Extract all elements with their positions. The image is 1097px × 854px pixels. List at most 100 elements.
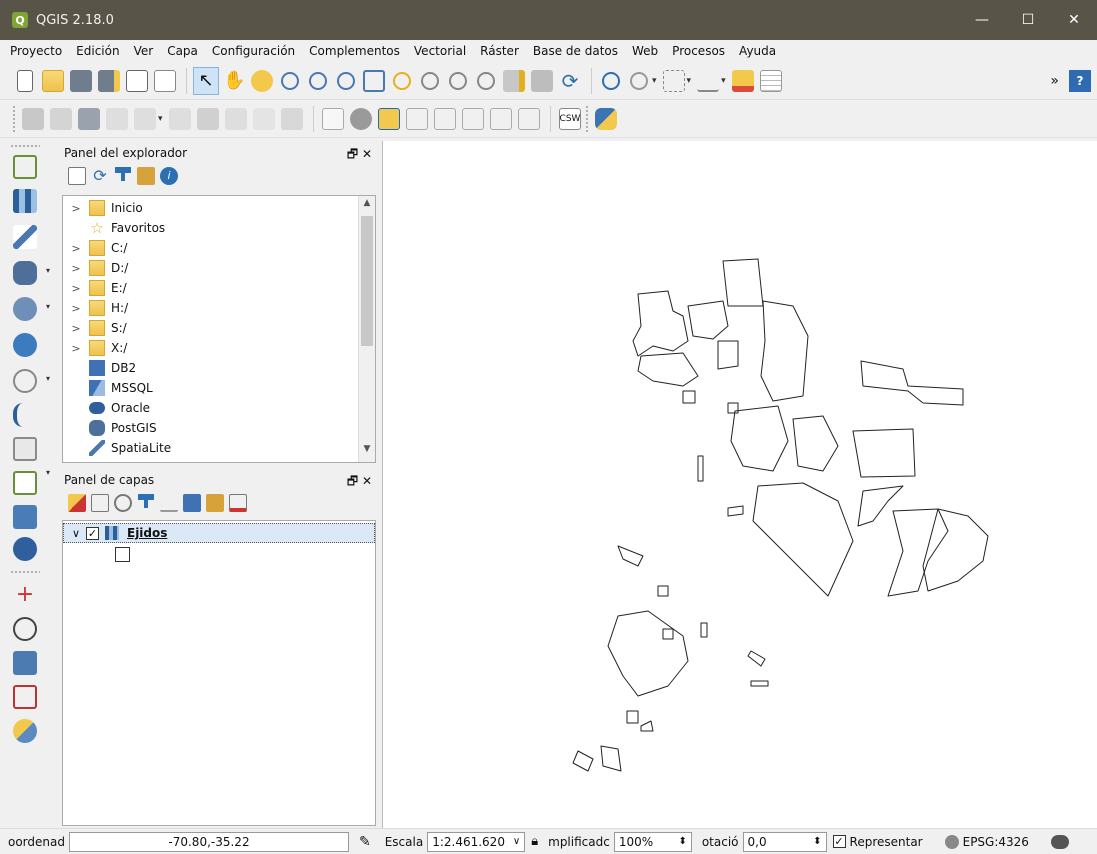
magnifier-field[interactable]: 100% ⬍ bbox=[613, 831, 692, 852]
expand-arrow-icon[interactable]: > bbox=[67, 302, 85, 315]
current-edits-button[interactable] bbox=[20, 105, 46, 133]
python-console-button[interactable] bbox=[593, 105, 619, 133]
toggle-editing-button[interactable] bbox=[48, 105, 74, 133]
tree-item[interactable]: PostGIS bbox=[63, 418, 157, 438]
maximize-button[interactable]: ☐ bbox=[1005, 0, 1051, 40]
menu-proyecto[interactable]: Proyecto bbox=[10, 44, 62, 58]
remove-layer-icon[interactable] bbox=[229, 494, 247, 512]
browser-panel-controls[interactable]: 🗗 ✕ bbox=[347, 145, 372, 166]
menu-capa[interactable]: Capa bbox=[167, 44, 198, 58]
spin-icon[interactable]: ⬍ bbox=[678, 836, 686, 847]
add-raster-layer-button[interactable] bbox=[10, 186, 40, 216]
tree-item[interactable]: > Inicio bbox=[63, 198, 143, 218]
add-postgis-layer-button[interactable] bbox=[10, 258, 40, 288]
add-spatialite-layer-button[interactable] bbox=[10, 294, 40, 324]
add-group-icon[interactable] bbox=[91, 494, 109, 512]
georeferencer-button[interactable]: + bbox=[10, 580, 40, 610]
node-tool-button[interactable] bbox=[132, 105, 158, 133]
plugin-tool-button[interactable] bbox=[10, 648, 40, 678]
delete-selected-button[interactable] bbox=[195, 105, 221, 133]
show-bookmarks-button[interactable] bbox=[529, 67, 555, 95]
coordinate-capture-button[interactable] bbox=[10, 614, 40, 644]
expand-arrow-icon[interactable]: > bbox=[67, 322, 85, 335]
add-feature-button[interactable] bbox=[104, 105, 130, 133]
add-arcgis-layer-button[interactable] bbox=[10, 400, 40, 430]
crs-label[interactable]: EPSG:4326 bbox=[963, 835, 1029, 849]
menu-complementos[interactable]: Complementos bbox=[309, 44, 400, 58]
refresh-icon[interactable]: ⟳ bbox=[91, 167, 109, 185]
csw-button[interactable]: CSW bbox=[557, 105, 583, 133]
open-styling-icon[interactable] bbox=[68, 494, 86, 512]
layer-visibility-checkbox[interactable]: ✓ bbox=[86, 526, 99, 540]
save-as-button[interactable] bbox=[96, 67, 122, 95]
tree-item[interactable]: > H:/ bbox=[63, 298, 128, 318]
expand-arrow-icon[interactable]: > bbox=[67, 262, 85, 275]
map-canvas[interactable] bbox=[382, 141, 1097, 828]
layer-symbol-swatch[interactable] bbox=[115, 547, 130, 562]
tree-item[interactable]: SpatiaLite bbox=[63, 438, 171, 458]
new-shapefile-button[interactable] bbox=[10, 468, 40, 498]
zoom-in-button[interactable] bbox=[277, 67, 303, 95]
add-virtual-layer-button[interactable] bbox=[10, 434, 40, 464]
new-project-button[interactable] bbox=[12, 67, 38, 95]
menu-procesos[interactable]: Procesos bbox=[672, 44, 725, 58]
collapse-all-icon[interactable] bbox=[206, 494, 224, 512]
menu-raster[interactable]: Ráster bbox=[480, 44, 519, 58]
add-wfs-layer-button[interactable] bbox=[10, 366, 40, 396]
show-labels-button[interactable] bbox=[432, 105, 458, 133]
tree-item[interactable]: > C:/ bbox=[63, 238, 127, 258]
toolbar-overflow-button[interactable]: » bbox=[1050, 73, 1059, 89]
filter-expression-icon[interactable] bbox=[160, 494, 178, 512]
label-tool-button[interactable] bbox=[320, 105, 346, 133]
add-selected-layers-icon[interactable] bbox=[68, 167, 86, 185]
paste-button[interactable] bbox=[279, 105, 305, 133]
copy-button[interactable] bbox=[251, 105, 277, 133]
expand-arrow-icon[interactable]: > bbox=[67, 242, 85, 255]
composer-manager-button[interactable] bbox=[152, 67, 178, 95]
zoom-out-button[interactable] bbox=[305, 67, 331, 95]
change-label-button[interactable] bbox=[516, 105, 542, 133]
zoom-next-button[interactable] bbox=[473, 67, 499, 95]
zoom-last-button[interactable] bbox=[445, 67, 471, 95]
rotation-field[interactable]: 0,0 ⬍ bbox=[742, 831, 827, 852]
scale-field[interactable]: 1:2.461.620 ∨ bbox=[427, 831, 526, 852]
scroll-up-icon[interactable]: ▲ bbox=[359, 198, 375, 214]
menu-ayuda[interactable]: Ayuda bbox=[739, 44, 776, 58]
move-label-button[interactable] bbox=[460, 105, 486, 133]
tree-item[interactable]: > D:/ bbox=[63, 258, 128, 278]
chevron-down-icon[interactable]: ∨ bbox=[513, 836, 520, 847]
tree-item[interactable]: > E:/ bbox=[63, 278, 127, 298]
tree-item[interactable]: ☆ Favoritos bbox=[63, 218, 165, 238]
pin-labels-button[interactable] bbox=[376, 105, 402, 133]
menu-edicion[interactable]: Edición bbox=[76, 44, 119, 58]
select-features-button[interactable] bbox=[661, 67, 687, 95]
zoom-to-selection-button[interactable] bbox=[389, 67, 415, 95]
spin-icon[interactable]: ⬍ bbox=[813, 836, 821, 847]
new-bookmark-button[interactable] bbox=[501, 67, 527, 95]
tree-item[interactable]: Oracle bbox=[63, 398, 150, 418]
collapse-arrow-icon[interactable]: ∨ bbox=[68, 527, 84, 540]
scroll-thumb[interactable] bbox=[361, 216, 373, 346]
add-db-layer-button[interactable] bbox=[10, 534, 40, 564]
tree-item[interactable]: > S:/ bbox=[63, 318, 127, 338]
pan-to-selection-button[interactable] bbox=[249, 67, 275, 95]
expand-arrow-icon[interactable]: > bbox=[67, 342, 85, 355]
tree-item[interactable]: DB2 bbox=[63, 358, 136, 378]
zoom-full-button[interactable] bbox=[361, 67, 387, 95]
action-button[interactable] bbox=[626, 67, 652, 95]
rotate-label-button[interactable] bbox=[488, 105, 514, 133]
highlight-labels-button[interactable] bbox=[404, 105, 430, 133]
tree-item[interactable]: > X:/ bbox=[63, 338, 127, 358]
messages-icon[interactable] bbox=[1050, 834, 1069, 849]
save-project-button[interactable] bbox=[68, 67, 94, 95]
expand-arrow-icon[interactable]: > bbox=[67, 282, 85, 295]
zoom-to-layer-button[interactable] bbox=[417, 67, 443, 95]
add-wms-layer-button[interactable] bbox=[10, 330, 40, 360]
pan-button[interactable]: ✋ bbox=[221, 67, 247, 95]
spatial-query-button[interactable] bbox=[10, 716, 40, 746]
refresh-button[interactable]: ⟳ bbox=[557, 67, 583, 95]
open-project-button[interactable] bbox=[40, 67, 66, 95]
render-checkbox[interactable]: ✓ bbox=[832, 835, 846, 848]
coordinate-field[interactable]: -70.80,-35.22 bbox=[68, 831, 349, 852]
heatmap-button[interactable] bbox=[10, 682, 40, 712]
